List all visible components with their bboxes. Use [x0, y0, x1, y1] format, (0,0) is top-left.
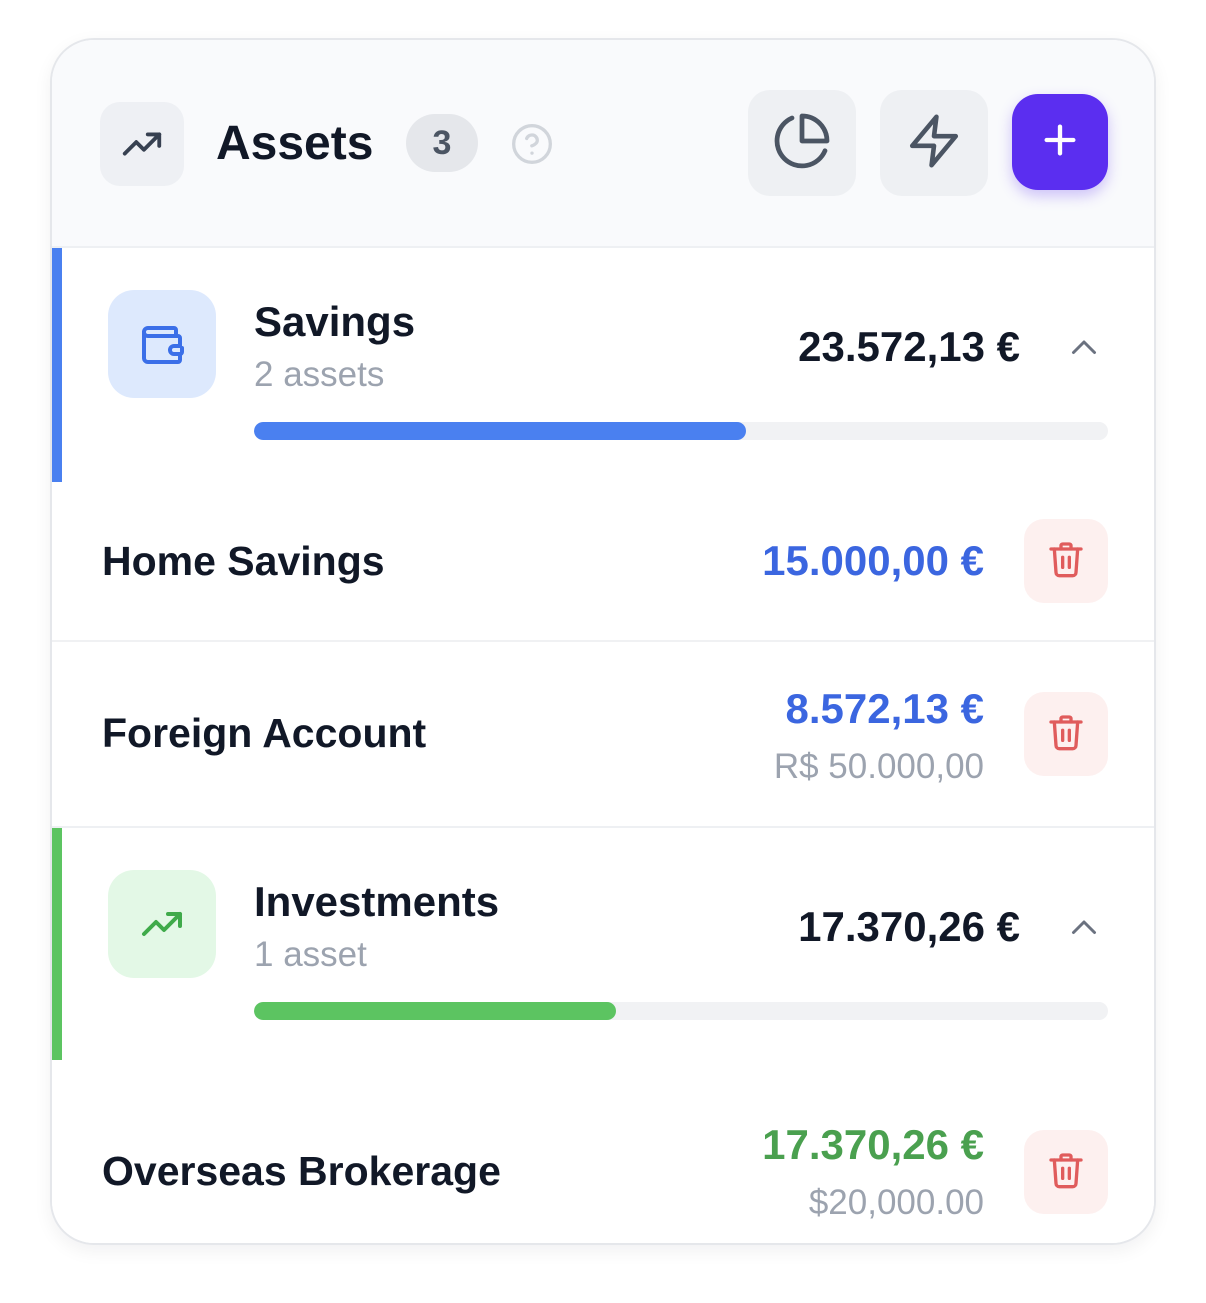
wallet-icon [108, 290, 216, 398]
delete-asset-button[interactable] [1024, 692, 1108, 776]
delete-asset-button[interactable] [1024, 519, 1108, 603]
asset-value: 8.572,13 € [785, 685, 984, 732]
group-accent-bar [52, 248, 62, 482]
trending-up-icon [100, 102, 184, 186]
assets-card: Assets 3 Savings 2 assets 23.572,13 € Ho… [50, 38, 1156, 1245]
chart-view-button[interactable] [748, 90, 856, 196]
trending-up-icon [108, 870, 216, 978]
group-asset-count: 1 asset [254, 935, 367, 974]
lightning-icon [905, 112, 963, 175]
asset-original-value: R$ 50.000,00 [773, 747, 984, 786]
trash-icon [1046, 712, 1086, 757]
asset-value: 15.000,00 € [762, 537, 984, 584]
asset-name: Home Savings [102, 538, 385, 584]
group-savings[interactable]: Savings 2 assets 23.572,13 € [52, 248, 1154, 482]
asset-value: 17.370,26 € [762, 1121, 984, 1168]
trash-icon [1046, 1150, 1086, 1195]
trash-icon [1046, 539, 1086, 584]
group-accent-bar [52, 828, 62, 1062]
group-share-bar [254, 422, 1108, 440]
group-share-bar [254, 1002, 1108, 1020]
pie-chart-icon [772, 111, 832, 176]
chevron-up-icon[interactable] [1064, 328, 1104, 368]
group-name: Investments [254, 878, 500, 925]
assets-header: Assets 3 [52, 40, 1154, 248]
plus-icon [1040, 120, 1080, 165]
asset-row-foreign-account[interactable]: Foreign Account 8.572,13 € R$ 50.000,00 [52, 640, 1154, 826]
group-asset-count: 2 assets [254, 355, 385, 394]
group-share-fill [254, 1002, 617, 1020]
quick-action-button[interactable] [880, 90, 988, 196]
group-name: Savings [254, 298, 416, 345]
delete-asset-button[interactable] [1024, 1130, 1108, 1214]
asset-original-value: $20,000.00 [808, 1183, 984, 1222]
page-title: Assets [216, 117, 374, 170]
asset-name: Overseas Brokerage [102, 1148, 501, 1194]
asset-count-badge: 3 [406, 114, 478, 172]
add-asset-button[interactable] [1012, 94, 1108, 190]
group-total: 23.572,13 € [798, 323, 1020, 370]
chevron-up-icon[interactable] [1064, 908, 1104, 948]
group-share-fill [254, 422, 746, 440]
group-total: 17.370,26 € [798, 903, 1020, 950]
help-circle-icon[interactable] [510, 122, 554, 166]
group-investments[interactable]: Investments 1 asset 17.370,26 € [52, 826, 1154, 1062]
asset-row-home-savings[interactable]: Home Savings 15.000,00 € [52, 482, 1154, 640]
asset-name: Foreign Account [102, 710, 427, 756]
asset-row-overseas-brokerage[interactable]: Overseas Brokerage 17.370,26 € $20,000.0… [52, 1060, 1154, 1243]
